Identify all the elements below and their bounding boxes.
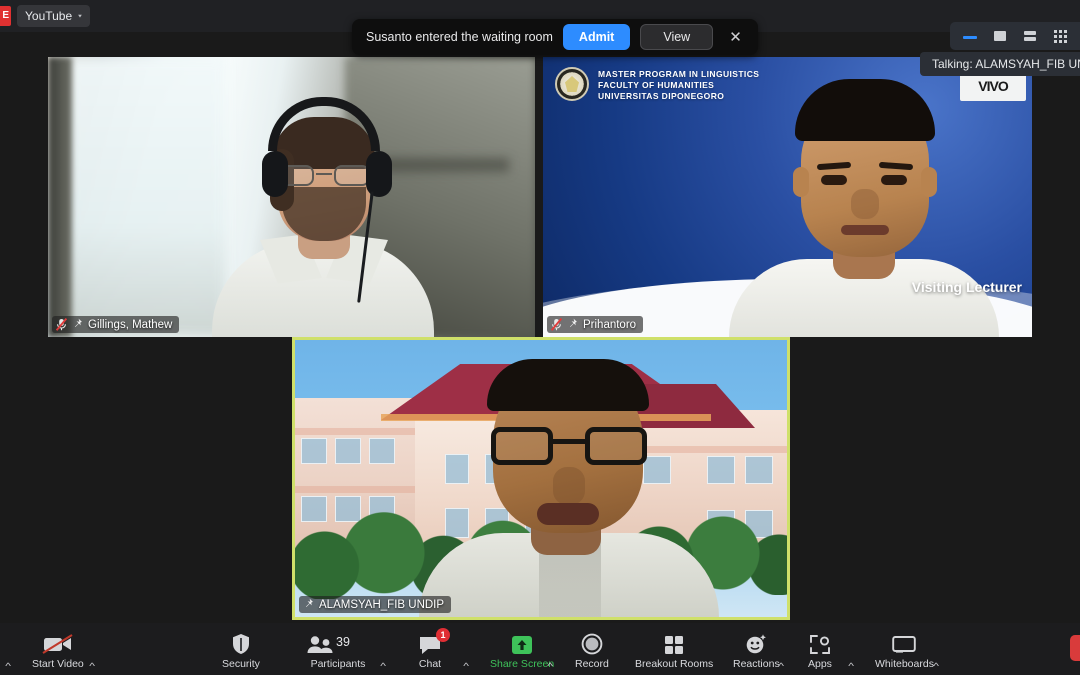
participants-caret-icon[interactable]: ^: [380, 662, 386, 671]
notification-message: Susanto entered the waiting room: [366, 30, 553, 44]
pin-icon: [303, 598, 314, 611]
audio-options-caret-icon[interactable]: ^: [5, 662, 11, 671]
microphone-muted-icon: [551, 318, 562, 331]
reactions-label: Reactions: [733, 658, 780, 670]
record-label: Record: [575, 658, 609, 670]
participants-label: Participants: [310, 658, 366, 670]
whiteboards-button[interactable]: Whiteboards: [875, 633, 934, 670]
chat-badge: 1: [436, 628, 450, 642]
camera-off-icon: [42, 633, 74, 655]
video-options-caret-icon[interactable]: ^: [89, 662, 95, 671]
speaker-view-icon[interactable]: [992, 29, 1008, 43]
side-by-side-view-icon[interactable]: [1022, 29, 1038, 43]
minimize-icon[interactable]: [962, 29, 978, 43]
security-button[interactable]: Security: [222, 633, 260, 670]
video-tile-gillings[interactable]: Gillings, Mathew: [48, 57, 535, 337]
end-meeting-button[interactable]: [1070, 635, 1080, 661]
participants-icon: 39: [307, 633, 366, 655]
breakout-rooms-button[interactable]: Breakout Rooms: [635, 633, 713, 670]
close-icon[interactable]: ✕: [723, 28, 748, 47]
meeting-toolbar: ^ Start Video ^ Security 39 Participants…: [0, 623, 1080, 675]
share-screen-icon: [511, 633, 533, 655]
bookmark-folder-label: YouTube: [25, 9, 73, 23]
participant-name-label: Prihantoro: [547, 316, 644, 333]
view-waiting-room-button[interactable]: View: [640, 24, 714, 50]
breakout-rooms-icon: [664, 633, 684, 655]
participant-name-label: ALAMSYAH_FIB UNDIP: [299, 596, 452, 613]
participant-name-label: Gillings, Mathew: [52, 316, 180, 333]
admit-button[interactable]: Admit: [562, 24, 631, 50]
video-feed-alamsyah: [295, 340, 787, 617]
whiteboard-icon: [892, 633, 917, 655]
chat-caret-icon[interactable]: ^: [463, 662, 469, 671]
share-screen-button[interactable]: Share Screen: [490, 633, 554, 670]
bookmark-partial-icon[interactable]: E: [0, 6, 11, 26]
participants-button[interactable]: 39 Participants: [307, 633, 366, 670]
start-video-button[interactable]: Start Video: [32, 633, 84, 670]
video-feed-prihantoro: MASTER PROGRAM IN LINGUISTICS FACULTY OF…: [543, 57, 1032, 337]
chat-label: Chat: [418, 658, 442, 670]
university-seal-icon: [555, 67, 589, 101]
apps-caret-icon[interactable]: ^: [848, 662, 854, 671]
participant-name: Prihantoro: [583, 318, 637, 331]
waiting-room-notification: Susanto entered the waiting room Admit V…: [352, 19, 758, 55]
talking-indicator: Talking: ALAMSYAH_FIB UN: [920, 52, 1080, 76]
video-tile-alamsyah[interactable]: ALAMSYAH_FIB UNDIP: [292, 337, 790, 620]
slide-caption: Visiting Lecturer: [911, 279, 1022, 295]
share-screen-caret-icon[interactable]: ^: [547, 662, 553, 671]
start-video-label: Start Video: [32, 658, 84, 670]
chevron-down-icon: ▾: [78, 13, 82, 19]
participants-count: 39: [336, 635, 350, 649]
video-tile-prihantoro[interactable]: MASTER PROGRAM IN LINGUISTICS FACULTY OF…: [543, 57, 1032, 337]
reactions-icon: [745, 633, 767, 655]
breakout-rooms-label: Breakout Rooms: [635, 658, 714, 670]
reactions-button[interactable]: Reactions: [733, 633, 780, 670]
apps-label: Apps: [808, 658, 832, 670]
whiteboards-caret-icon[interactable]: ^: [933, 662, 939, 671]
security-label: Security: [222, 658, 260, 670]
shield-icon: [231, 633, 251, 655]
participant-name: Gillings, Mathew: [88, 318, 173, 331]
video-feed-gillings: [48, 57, 535, 337]
reactions-caret-icon[interactable]: ^: [778, 662, 784, 671]
share-screen-label: Share Screen: [490, 658, 555, 670]
apps-button[interactable]: Apps: [808, 633, 832, 670]
bookmark-folder-youtube[interactable]: YouTube ▾: [17, 5, 90, 27]
bookmark-partial-label: E: [2, 10, 9, 21]
record-icon: [581, 633, 603, 655]
whiteboards-label: Whiteboards: [875, 658, 934, 670]
gallery-view-icon[interactable]: [1052, 29, 1068, 43]
participant-name: ALAMSYAH_FIB UNDIP: [319, 598, 445, 611]
apps-icon: [809, 633, 831, 655]
zoom-meeting-window: E YouTube ▾ Susanto entered the waiting …: [0, 0, 1080, 675]
view-mode-controls: [950, 22, 1080, 50]
microphone-muted-icon: [56, 318, 67, 331]
pin-icon: [567, 318, 578, 331]
chat-icon: 1: [418, 628, 450, 655]
chat-button[interactable]: 1 Chat: [418, 628, 450, 670]
pin-icon: [72, 318, 83, 331]
record-button[interactable]: Record: [575, 633, 609, 670]
